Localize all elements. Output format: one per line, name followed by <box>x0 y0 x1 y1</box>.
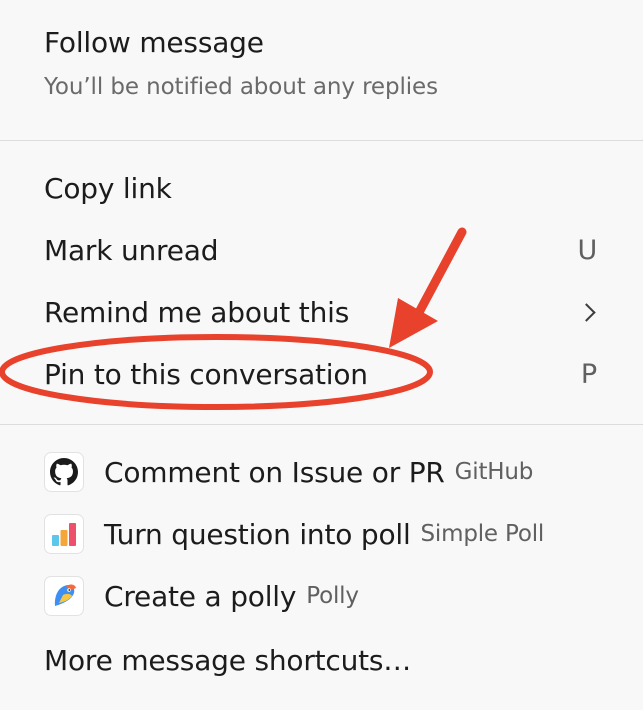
github-icon <box>44 452 84 492</box>
remind-me-label: Remind me about this <box>44 295 350 329</box>
copy-link-item[interactable]: Copy link <box>44 162 603 214</box>
chevron-right-icon <box>577 302 596 322</box>
divider <box>0 140 643 141</box>
github-action-label: Comment on Issue or PR <box>104 455 445 489</box>
more-message-shortcuts-label: More message shortcuts… <box>44 643 412 677</box>
divider <box>0 424 643 425</box>
polly-app-name: Polly <box>306 583 359 609</box>
pin-conversation-item[interactable]: Pin to this conversation P <box>44 348 603 400</box>
follow-message-title: Follow message <box>44 26 264 59</box>
mark-unread-shortcut: U <box>577 234 597 266</box>
remind-me-item[interactable]: Remind me about this <box>44 286 603 338</box>
copy-link-label: Copy link <box>44 171 172 205</box>
polly-shortcut-item[interactable]: Create a polly Polly <box>44 570 623 622</box>
pin-conversation-label: Pin to this conversation <box>44 357 368 391</box>
pin-conversation-shortcut: P <box>580 358 597 390</box>
polly-action-label: Create a polly <box>104 579 297 613</box>
github-app-name: GitHub <box>454 459 534 485</box>
mark-unread-item[interactable]: Mark unread U <box>44 224 603 276</box>
follow-message-subtitle: You’ll be notified about any replies <box>44 74 438 100</box>
simple-poll-app-name: Simple Poll <box>420 521 545 547</box>
simple-poll-icon <box>44 514 84 554</box>
github-shortcut-item[interactable]: Comment on Issue or PR GitHub <box>44 446 623 498</box>
more-message-shortcuts-item[interactable]: More message shortcuts… <box>44 634 411 686</box>
message-actions-menu: Follow message You’ll be notified about … <box>0 0 643 710</box>
polly-icon <box>44 576 84 616</box>
mark-unread-label: Mark unread <box>44 233 219 267</box>
simple-poll-action-label: Turn question into poll <box>104 517 411 551</box>
simple-poll-shortcut-item[interactable]: Turn question into poll Simple Poll <box>44 508 623 560</box>
